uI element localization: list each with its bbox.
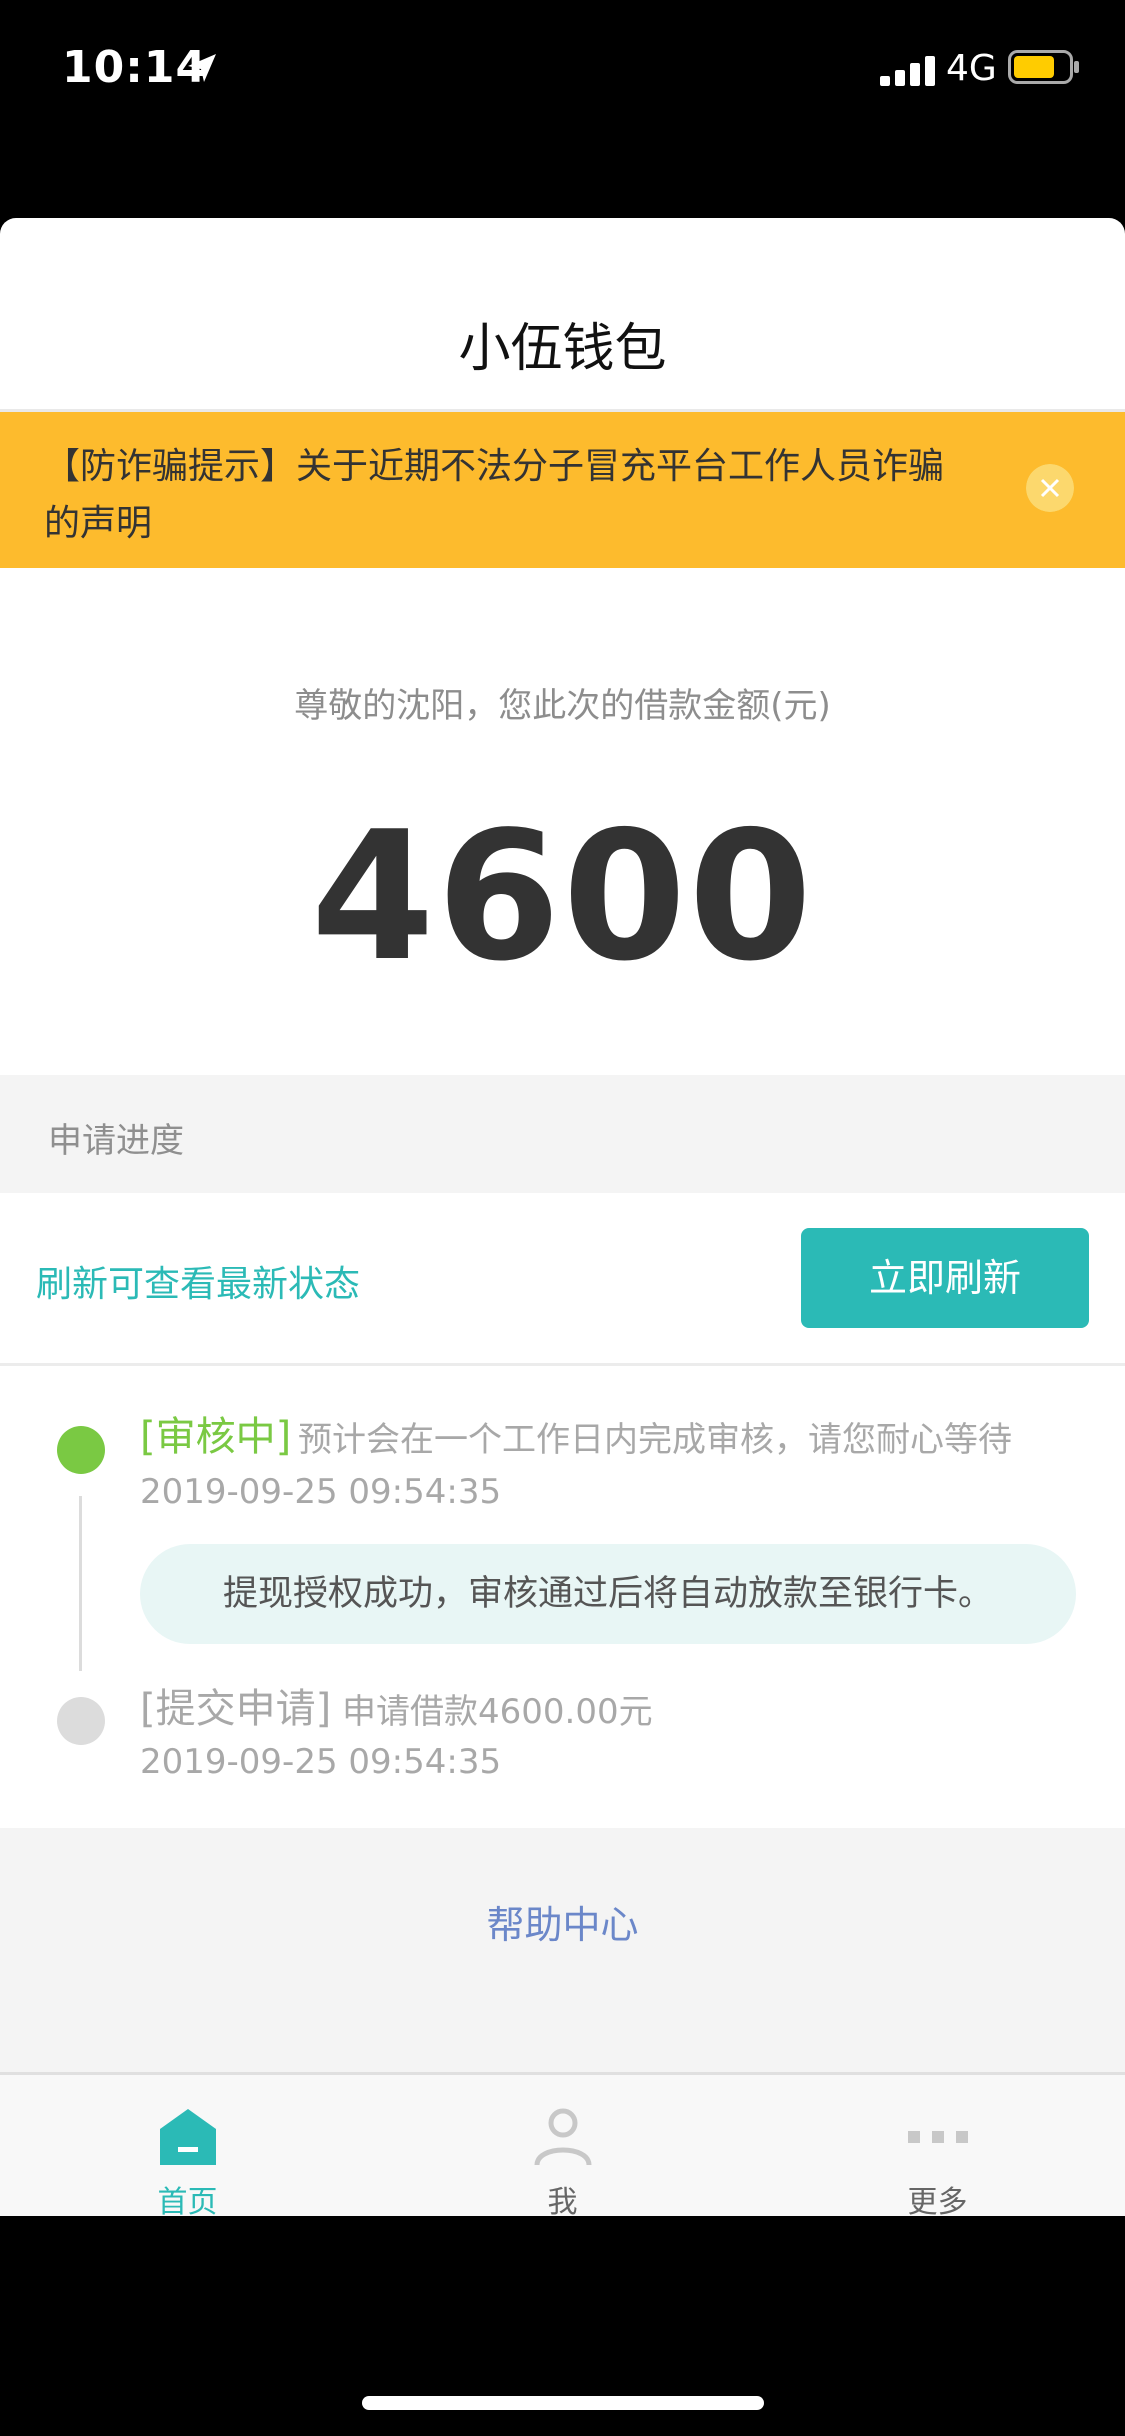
network-type: 4G [946, 48, 997, 89]
fraud-notice-banner[interactable]: 【防诈骗提示】关于近期不法分子冒充平台工作人员诈骗的声明 [0, 412, 1125, 568]
cellular-signal-icon [880, 56, 935, 86]
notice-text[interactable]: 【防诈骗提示】关于近期不法分子冒充平台工作人员诈骗的声明 [44, 438, 964, 552]
timeline-dot-inactive [57, 1697, 105, 1745]
refresh-row: 刷新可查看最新状态 立即刷新 [0, 1193, 1125, 1366]
event-time: 2019-09-25 09:54:35 [140, 1742, 502, 1782]
event-description: 预计会在一个工作日内完成审核，请您耐心等待 [298, 1420, 1012, 1460]
event-description: 申请借款4600.00元 [342, 1692, 653, 1732]
page-title: 小伍钱包 [458, 319, 667, 379]
progress-timeline: [审核中] 预计会在一个工作日内完成审核，请您耐心等待 2019-09-25 0… [0, 1366, 1125, 1828]
home-icon [159, 2109, 216, 2165]
event-note-bubble: 提现授权成功，审核通过后将自动放款至银行卡。 [140, 1544, 1076, 1644]
user-icon [534, 2108, 591, 2166]
battery-icon [1008, 50, 1079, 84]
loan-greeting: 尊敬的沈阳，您此次的借款金额(元) [294, 686, 831, 726]
tab-label: 我 [547, 2185, 578, 2216]
app-sheet: 小伍钱包 【防诈骗提示】关于近期不法分子冒充平台工作人员诈骗的声明 尊敬的沈阳，… [0, 218, 1125, 2216]
progress-header-label: 申请进度 [48, 1121, 184, 1161]
refresh-tip: 刷新可查看最新状态 [36, 1264, 361, 1305]
help-center-link[interactable]: 帮助中心 [0, 1894, 1125, 1949]
nav-bar: 小伍钱包 [0, 218, 1125, 412]
close-icon[interactable] [1026, 464, 1074, 512]
more-icon [907, 2131, 968, 2143]
timeline-connector [79, 1496, 82, 1671]
refresh-button[interactable]: 立即刷新 [801, 1228, 1089, 1328]
tab-label: 首页 [157, 2185, 218, 2216]
timeline-dot-active [57, 1426, 105, 1474]
status-bar: 10:14 4G [0, 0, 1125, 140]
event-time: 2019-09-25 09:54:35 [140, 1472, 502, 1512]
progress-section-header: 申请进度 [0, 1075, 1125, 1193]
tab-home[interactable]: 首页 [0, 2075, 375, 2216]
tab-label: 更多 [907, 2185, 968, 2216]
event-status: [提交申请] [140, 1686, 332, 1732]
tab-bar: 首页 我 更多 [0, 2072, 1125, 2216]
tab-me[interactable]: 我 [375, 2075, 750, 2216]
location-arrow-icon [188, 54, 216, 82]
help-area: 帮助中心 [0, 1828, 1125, 2072]
tab-more[interactable]: 更多 [750, 2075, 1125, 2216]
event-status: [审核中] [140, 1414, 292, 1460]
home-indicator[interactable] [362, 2396, 764, 2410]
loan-amount: 4600 [310, 793, 815, 1000]
